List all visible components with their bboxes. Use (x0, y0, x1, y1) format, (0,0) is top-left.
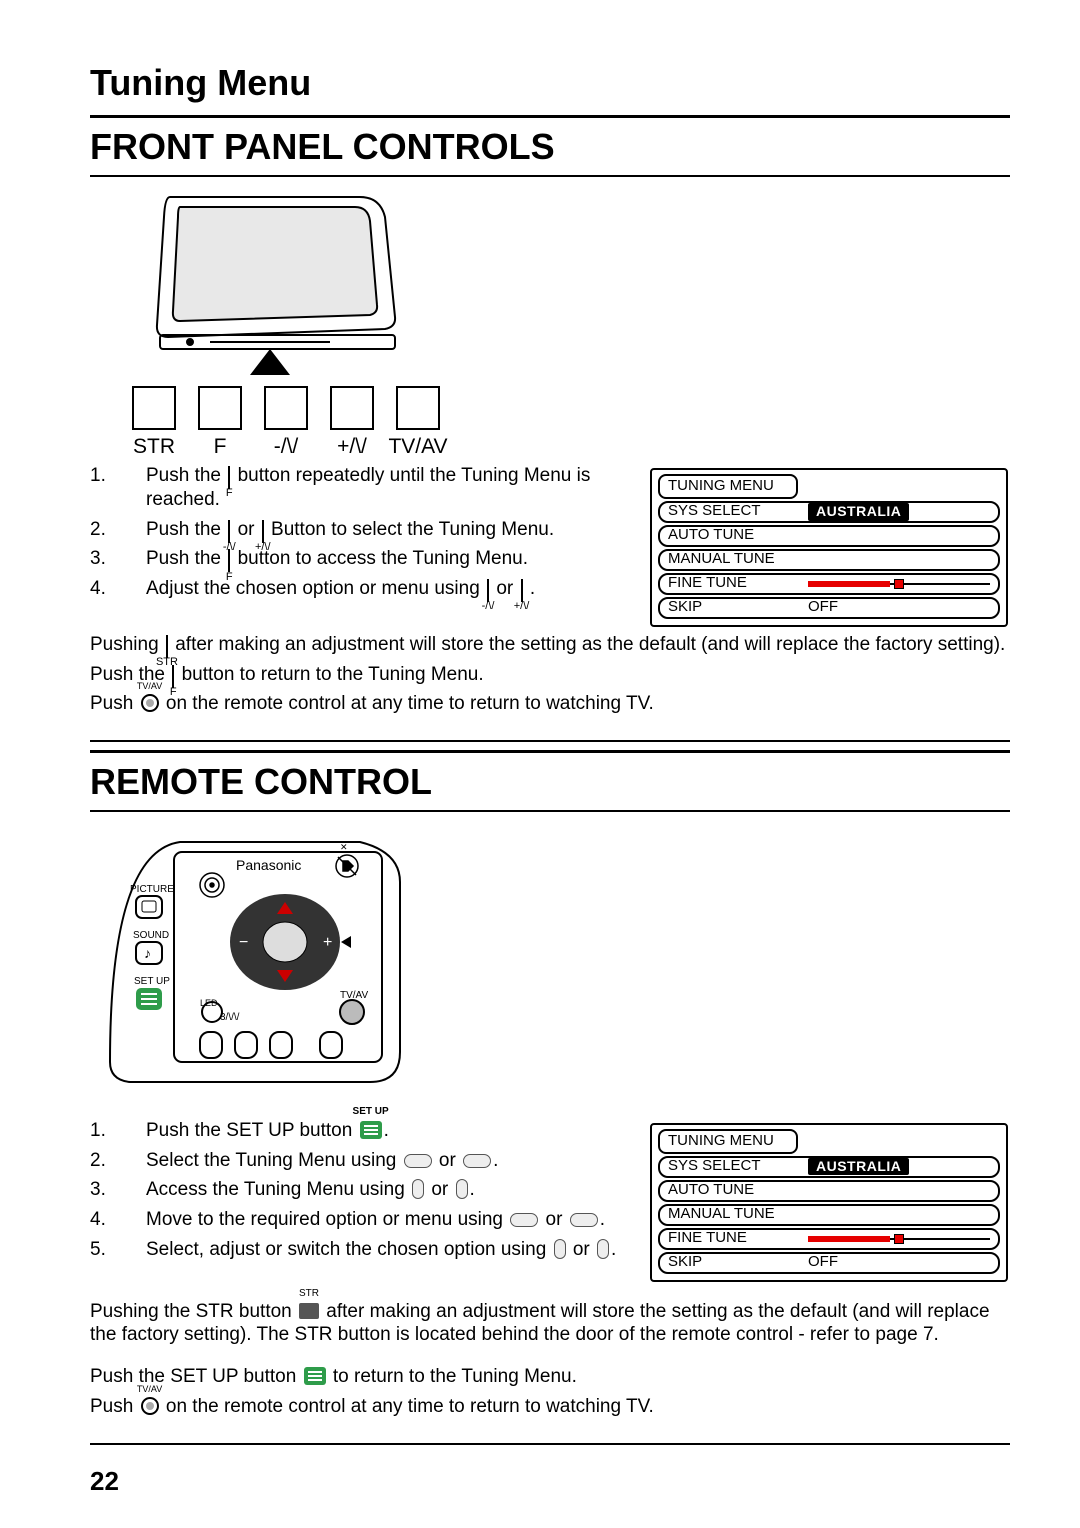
f-button-icon: F (228, 466, 230, 484)
front-para-tvav: Push TV/AV on the remote control at any … (90, 692, 1010, 716)
minus-button-icon: -/\/ (487, 579, 489, 597)
tv-diagram (90, 187, 1010, 384)
remote-step-3: 3. Access the Tuning Menu using or . (90, 1178, 620, 1202)
remote-diagram: Panasonic ✕ PICTURE SOUND ♪ SET UP − + L… (90, 822, 1010, 1099)
plus-panel-button[interactable]: +/\/ (328, 386, 376, 460)
osd-title: TUNING MENU (658, 1129, 798, 1154)
setup-label: SET UP (134, 976, 170, 987)
f-panel-button[interactable]: F (196, 386, 244, 460)
oval-right-icon (570, 1213, 598, 1227)
front-panel-heading: FRONT PANEL CONTROLS (90, 115, 1010, 177)
slider-icon (808, 1233, 990, 1245)
vol-up-icon (412, 1179, 424, 1199)
osd-row-finetune: FINE TUNE (658, 1228, 1000, 1250)
front-step-2: 2. Push the -/\/ or +/\/ Button to selec… (90, 518, 620, 542)
remote-para-return: Push the SET UP button to return to the … (90, 1365, 1010, 1389)
svg-text:♪: ♪ (144, 945, 151, 961)
remote-para-store: Pushing the STR button STR after making … (90, 1300, 1010, 1348)
remote-step-2: 2. Select the Tuning Menu using or . (90, 1149, 620, 1173)
osd-row-sysselect: SYS SELECTAUSTRALIA (658, 501, 1000, 523)
remote-para-tvav: Push TV/AV on the remote control at any … (90, 1395, 1010, 1419)
oval-right-icon (463, 1154, 491, 1168)
crt-tv-icon (130, 187, 430, 377)
vol-up-icon (554, 1239, 566, 1259)
slider-icon (808, 578, 990, 590)
front-step-4: 4. Adjust the chosen option or menu usin… (90, 577, 620, 601)
remote-step-1: 1. Push the SET UP button SET UP. (90, 1119, 620, 1143)
svg-text:+: + (323, 934, 332, 951)
oval-left-icon (510, 1213, 538, 1227)
vol-down-icon (597, 1239, 609, 1259)
osd-row-manualtune: MANUAL TUNE (658, 1204, 1000, 1226)
osd-row-autotune: AUTO TUNE (658, 1180, 1000, 1202)
minus-panel-button[interactable]: -/\/ (262, 386, 310, 460)
tvav-label: TV/AV (340, 990, 368, 1001)
osd-row-skip: SKIPOFF (658, 1252, 1000, 1274)
str-button-icon (299, 1303, 319, 1319)
front-step-1: 1. Push the F button repeatedly until th… (90, 464, 620, 512)
f-button-icon: F (228, 549, 230, 567)
front-para-return: Push the F button to return to the Tunin… (90, 663, 1010, 687)
led-label: LED (200, 998, 218, 1008)
osd-row-sysselect: SYS SELECTAUSTRALIA (658, 1156, 1000, 1178)
setup-button-icon (304, 1367, 326, 1385)
mute-icon: ✕ (340, 842, 348, 852)
minus-button-icon: -/\/ (228, 520, 230, 538)
osd-row-manualtune: MANUAL TUNE (658, 549, 1000, 571)
str-button-icon: STR (166, 635, 168, 653)
str-panel-button[interactable]: STR (130, 386, 178, 460)
brand-label: Panasonic (236, 857, 301, 873)
remote-step-5: 5. Select, adjust or switch the chosen o… (90, 1238, 620, 1262)
osd-row-autotune: AUTO TUNE (658, 525, 1000, 547)
tuning-menu-osd: TUNING MENU SYS SELECTAUSTRALIA AUTO TUN… (650, 1123, 1008, 1282)
divider (90, 740, 1010, 742)
osd-row-skip: SKIPOFF (658, 597, 1000, 619)
tuning-menu-osd: TUNING MENU SYS SELECTAUSTRALIA AUTO TUN… (650, 468, 1008, 627)
tvav-button-icon (141, 694, 159, 712)
plus-button-icon: +/\/ (521, 579, 523, 597)
front-panel-buttons: STR F -/\/ +/\/ TV/AV (90, 386, 1010, 460)
osd-title: TUNING MENU (658, 474, 798, 499)
arrow-down-icon (250, 349, 290, 375)
remote-heading: REMOTE CONTROL (90, 750, 1010, 812)
setup-button-icon (360, 1121, 382, 1139)
f-button-icon: F (172, 665, 174, 683)
tvav-panel-button[interactable]: TV/AV (394, 386, 442, 460)
osd-row-finetune: FINE TUNE (658, 573, 1000, 595)
front-para-store: Pushing STR after making an adjustment w… (90, 633, 1010, 657)
svg-text:3/\/\/: 3/\/\/ (220, 1012, 240, 1023)
divider (90, 1443, 1010, 1445)
oval-left-icon (404, 1154, 432, 1168)
sound-label: SOUND (133, 930, 169, 941)
vol-down-icon (456, 1179, 468, 1199)
page-number: 22 (90, 1465, 1010, 1498)
plus-button-icon: +/\/ (262, 520, 264, 538)
remote-step-4: 4. Move to the required option or menu u… (90, 1208, 620, 1232)
page-title: Tuning Menu (90, 60, 1010, 105)
front-step-3: 3. Push the F button to access the Tunin… (90, 547, 620, 571)
svg-text:−: − (239, 934, 248, 951)
tvav-button-icon (141, 1397, 159, 1415)
picture-label: PICTURE (130, 884, 174, 895)
